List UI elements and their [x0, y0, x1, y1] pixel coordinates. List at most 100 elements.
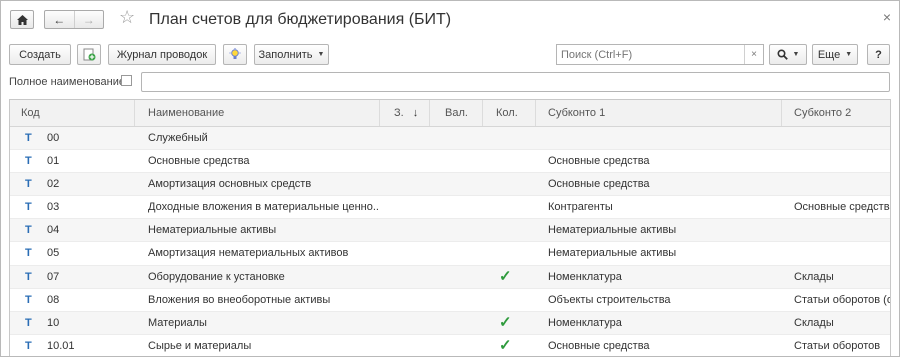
add-folder-icon	[83, 48, 95, 61]
chevron-down-icon: ▼	[317, 51, 325, 58]
subconto-2-value	[794, 219, 890, 241]
account-name: Служебный	[148, 132, 208, 144]
column-z-label: З.	[394, 107, 404, 119]
account-name: Доходные вложения в материальные ценно..…	[148, 201, 378, 214]
lightbulb-icon	[229, 48, 241, 59]
column-subconto-1[interactable]: Субконто 1	[536, 100, 782, 126]
journal-button[interactable]: Журнал проводок	[108, 44, 216, 65]
title-bar: ← → ☆ План счетов для бюджетирования (БИ…	[1, 1, 899, 39]
column-currency[interactable]: Вал.	[430, 100, 483, 126]
account-type-icon: Т	[25, 316, 32, 329]
favorite-star-icon[interactable]: ☆	[119, 8, 135, 26]
subconto-1-value: Контрагенты	[548, 201, 613, 214]
account-type-icon: Т	[25, 224, 32, 237]
page-title: План счетов для бюджетирования (БИТ)	[149, 11, 452, 28]
fill-label: Заполнить	[258, 48, 313, 61]
clear-search-icon[interactable]: ×	[744, 45, 763, 64]
account-code: 03	[47, 201, 60, 214]
subconto-1-value: Нематериальные активы	[548, 224, 677, 237]
hint-button[interactable]	[223, 44, 247, 65]
account-name: Основные средства	[148, 155, 250, 168]
table-row[interactable]: Т 00 Служебный	[10, 127, 890, 151]
subconto-2-value: Основные средства	[794, 201, 891, 214]
subconto-2-value	[794, 150, 890, 172]
subconto-2-value: Склады	[794, 270, 834, 283]
full-name-field[interactable]	[141, 72, 890, 92]
account-type-icon: Т	[25, 132, 32, 144]
account-name: Нематериальные активы	[148, 224, 277, 237]
account-type-icon: Т	[25, 178, 32, 191]
subconto-1-value: Объекты строительства	[548, 293, 671, 306]
close-icon[interactable]: ×	[883, 10, 891, 24]
subconto-1-value: Нематериальные активы	[548, 247, 677, 260]
account-name: Материалы	[148, 316, 207, 329]
column-code[interactable]: Код	[10, 100, 135, 126]
search-input[interactable]	[557, 45, 745, 64]
account-name: Сырье и материалы	[148, 339, 252, 352]
column-quantity[interactable]: Кол.	[483, 100, 536, 126]
subconto-1-value: Основные средства	[548, 155, 650, 168]
table-body: Т 00 Служебный Т 01 Основные средства Основные…	[10, 127, 891, 356]
account-name: Амортизация основных средств	[148, 178, 312, 191]
fill-dropdown-button[interactable]: Заполнить ▼	[254, 44, 329, 65]
chevron-down-icon: ▼	[845, 51, 853, 58]
account-name: Амортизация нематериальных активов	[148, 247, 349, 260]
table-row[interactable]: Т 03 Доходные вложения в материальные ценн…	[10, 196, 891, 220]
subconto-1-value: Основные средства	[548, 178, 650, 191]
quantity-check-icon: ✓	[499, 336, 512, 354]
subconto-1-value: Основные средства	[548, 339, 650, 352]
account-code: 02	[47, 178, 60, 191]
account-code: 10	[47, 316, 60, 329]
subconto-1-value: Номенклатура	[548, 316, 622, 329]
account-code: 10.01	[47, 339, 75, 352]
home-button[interactable]	[10, 10, 34, 29]
full-name-checkbox[interactable]	[121, 75, 132, 86]
more-button[interactable]: Еще ▼	[812, 44, 858, 65]
column-z[interactable]: З. ↓	[380, 100, 430, 126]
forward-button[interactable]: →	[73, 11, 104, 28]
table-row[interactable]: Т 05 Амортизация нематериальных активов Нем…	[10, 242, 890, 266]
subconto-2-value: Статьи оборотов (об	[794, 293, 891, 306]
table-row[interactable]: Т 04 Нематериальные активы Нематериальные а…	[10, 219, 890, 243]
account-code: 07	[47, 270, 60, 283]
account-type-icon: Т	[25, 155, 32, 168]
arrow-right-icon: →	[82, 12, 95, 27]
table-row[interactable]: Т 10 Материалы ✓ Номенклатура Склады	[10, 311, 890, 335]
subconto-2-value: Склады	[794, 316, 834, 329]
back-button[interactable]: ←	[45, 11, 74, 28]
home-icon	[16, 14, 28, 25]
account-code: 08	[47, 293, 60, 306]
help-button[interactable]: ?	[867, 44, 890, 65]
magnifier-icon	[777, 49, 788, 60]
chevron-down-icon: ▼	[792, 51, 800, 58]
account-code: 00	[47, 132, 60, 144]
account-code: 01	[47, 155, 60, 168]
account-code: 05	[47, 247, 60, 260]
table-row[interactable]: Т 08 Вложения во внеоборотные активы Объект…	[10, 289, 891, 312]
account-type-icon: Т	[25, 270, 32, 283]
create-button[interactable]: Создать	[9, 44, 71, 65]
accounts-table: Код Наименование З. ↓ Вал. Кол. Субконто…	[9, 99, 891, 356]
quantity-check-icon: ✓	[499, 313, 512, 331]
quantity-check-icon: ✓	[499, 267, 512, 285]
subconto-2-value: Статьи оборотов	[794, 339, 881, 352]
table-row[interactable]: Т 01 Основные средства Основные средства	[10, 150, 890, 174]
subconto-1-value: Номенклатура	[548, 270, 622, 283]
table-row[interactable]: Т 07 Оборудование к установке ✓ Номенклатура…	[10, 265, 890, 289]
subconto-2-value	[794, 173, 890, 195]
create-group-button[interactable]	[77, 44, 101, 65]
history-navigation: ← →	[44, 10, 104, 29]
column-name[interactable]: Наименование	[135, 100, 380, 126]
account-type-icon: Т	[25, 201, 32, 214]
arrow-left-icon: ←	[53, 12, 66, 27]
table-header: Код Наименование З. ↓ Вал. Кол. Субконто…	[10, 100, 890, 127]
search-box: ×	[556, 44, 764, 65]
column-subconto-2[interactable]: Субконто 2	[782, 100, 890, 126]
table-row[interactable]: Т 02 Амортизация основных средств Основные …	[10, 173, 890, 197]
search-options-button[interactable]: ▼	[769, 44, 807, 65]
more-label: Еще	[817, 48, 841, 61]
account-type-icon: Т	[25, 247, 32, 260]
form-window: ← → ☆ План счетов для бюджетирования (БИ…	[0, 0, 900, 357]
table-row[interactable]: Т 10.01 Сырье и материалы ✓ Основные средств…	[10, 335, 890, 356]
account-type-icon: Т	[25, 293, 32, 306]
